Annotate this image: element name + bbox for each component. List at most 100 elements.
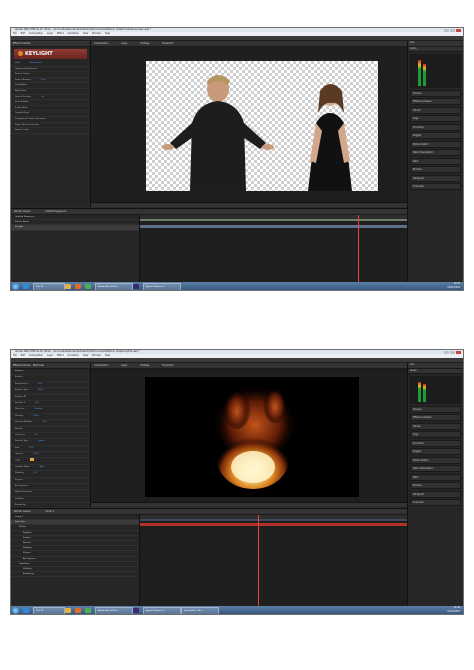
panel-paint[interactable]: Paint [410, 157, 461, 165]
menu-help[interactable]: Help [105, 354, 110, 357]
current-time-indicator[interactable] [358, 215, 359, 284]
panel-mask-interpolation[interactable]: Mask Interpolation [410, 465, 461, 472]
viewer-controls[interactable] [91, 202, 407, 207]
fire-particles-image [213, 377, 297, 489]
after-effects-icon[interactable] [133, 607, 139, 613]
tab-timeline-comp[interactable]: Comp 1 [45, 510, 54, 513]
menu-animation[interactable]: Animation [67, 354, 79, 357]
panel-paint[interactable]: Paint [410, 473, 461, 481]
menu-view[interactable]: View [83, 32, 88, 35]
audio-meters [410, 54, 461, 88]
menu-edit[interactable]: Edit [21, 32, 25, 35]
panel-smoother[interactable]: Smoother [410, 123, 461, 131]
media-icon[interactable] [75, 283, 81, 289]
menu-composition[interactable]: Composition [29, 354, 43, 357]
windows-taskbar: This PC Adobe After Effects Apple Softwa… [11, 282, 463, 290]
folder-icon[interactable] [65, 607, 71, 613]
work-area-bar[interactable] [140, 519, 407, 521]
layer-row[interactable]: Keylight [11, 225, 139, 231]
composition-tabs: Composition Layer Footage Flowchart [91, 41, 407, 47]
menu-file[interactable]: File [13, 354, 17, 357]
taskbar-item-apple-update[interactable]: Apple Software U... [143, 607, 181, 614]
panel-character[interactable]: Character [410, 183, 461, 190]
tab-composition[interactable]: Composition [94, 42, 108, 45]
taskbar-item-after-effects[interactable]: Adobe After Effects [95, 607, 133, 614]
panel-preview[interactable]: Preview [410, 405, 461, 413]
panel-effects-presets[interactable]: Effects & Presets [410, 414, 461, 421]
ie-icon[interactable] [23, 607, 29, 613]
work-area-bar[interactable] [140, 219, 407, 221]
taskbar-item-screenshot[interactable]: Screenshot - Mic... [181, 607, 219, 614]
panel-tracker[interactable]: Tracker [410, 106, 461, 114]
panel-align[interactable]: Align [410, 115, 461, 122]
timeline-panel: Render Queue Untitled Sequence Untitled … [11, 208, 407, 284]
panel-mask-interpolation[interactable]: Mask Interpolation [410, 149, 461, 156]
tab-footage[interactable]: Footage [140, 42, 149, 45]
menu-view[interactable]: View [83, 354, 88, 357]
tab-footage[interactable]: Footage [140, 364, 149, 367]
tab-layer[interactable]: Layer [121, 42, 127, 45]
tab-composition[interactable]: Composition [94, 364, 108, 367]
layer-duration-bar[interactable] [140, 225, 407, 228]
menu-window[interactable]: Window [92, 354, 101, 357]
menu-layer[interactable]: Layer [47, 32, 53, 35]
tab-flowchart[interactable]: Flowchart [162, 364, 173, 367]
windows-start-icon[interactable] [12, 282, 19, 290]
tab-flowchart[interactable]: Flowchart [162, 42, 173, 45]
taskbar-item-explorer[interactable]: This PC [33, 607, 65, 614]
current-time-indicator[interactable] [258, 515, 259, 608]
panel-paragraph[interactable]: Paragraph [410, 174, 461, 182]
folder-icon[interactable] [65, 283, 71, 289]
menu-file[interactable]: File [13, 32, 17, 35]
chrome-icon[interactable] [85, 607, 91, 613]
color-swatch[interactable] [30, 458, 35, 461]
ie-icon[interactable] [23, 283, 29, 289]
tab-layer[interactable]: Layer [121, 364, 127, 367]
windows-start-icon[interactable] [12, 606, 19, 614]
panel-preview[interactable]: Preview [410, 89, 461, 97]
taskbar-item-apple-update[interactable]: Apple Software U... [143, 283, 181, 290]
timeline-track-area[interactable] [140, 215, 407, 284]
panel-audio[interactable]: Audio [408, 368, 463, 374]
composition-tabs: Composition Layer Footage Flowchart [91, 363, 407, 369]
transparency-grid[interactable] [146, 61, 378, 191]
menu-window[interactable]: Window [92, 32, 101, 35]
menu-composition[interactable]: Composition [29, 32, 43, 35]
layer-duration-bar[interactable] [140, 523, 407, 526]
panel-tracker[interactable]: Tracker [410, 422, 461, 430]
tab-render-queue[interactable]: Render Queue [14, 210, 30, 213]
timeline-track-area[interactable] [140, 515, 407, 608]
tab-timeline-sequence[interactable]: Untitled Sequence [45, 210, 66, 213]
panel-effects-presets[interactable]: Effects & Presets [410, 98, 461, 105]
panel-character[interactable]: Character [410, 499, 461, 506]
tab-effect-controls[interactable]: Effect Controls [11, 41, 90, 47]
viewer-controls[interactable] [91, 502, 407, 507]
layer-property[interactable]: Rendering [11, 572, 139, 578]
panel-brushes[interactable]: Brushes [410, 482, 461, 489]
panel-wiggler[interactable]: Wiggler [410, 448, 461, 455]
panel-motion-sketch[interactable]: Motion Sketch [410, 456, 461, 464]
taskbar-item-explorer[interactable]: This PC [33, 283, 65, 290]
menu-help[interactable]: Help [105, 32, 110, 35]
panel-align[interactable]: Align [410, 431, 461, 438]
panel-brushes[interactable]: Brushes [410, 166, 461, 173]
media-icon[interactable] [75, 607, 81, 613]
menu-effect[interactable]: Effect [57, 32, 64, 35]
menu-layer[interactable]: Layer [47, 354, 53, 357]
panel-audio[interactable]: Audio [408, 46, 463, 52]
panel-motion-sketch[interactable]: Motion Sketch [410, 140, 461, 148]
fire-canvas[interactable] [145, 377, 359, 497]
menu-effect[interactable]: Effect [57, 354, 64, 357]
panel-paragraph[interactable]: Paragraph [410, 490, 461, 498]
tab-render-queue[interactable]: Render Queue [14, 510, 30, 513]
effect-property[interactable]: Source Crops [11, 128, 90, 134]
panel-smoother[interactable]: Smoother [410, 439, 461, 447]
menu-animation[interactable]: Animation [67, 32, 79, 35]
chrome-icon[interactable] [85, 283, 91, 289]
effect-controls-panel: Effect Controls KEYLIGHT View Final Resul… [11, 41, 91, 207]
panel-wiggler[interactable]: Wiggler [410, 132, 461, 139]
after-effects-icon[interactable] [133, 283, 139, 289]
taskbar-item-after-effects[interactable]: Adobe After Effects [95, 283, 133, 290]
audio-meter-left [418, 60, 421, 86]
menu-edit[interactable]: Edit [21, 354, 25, 357]
